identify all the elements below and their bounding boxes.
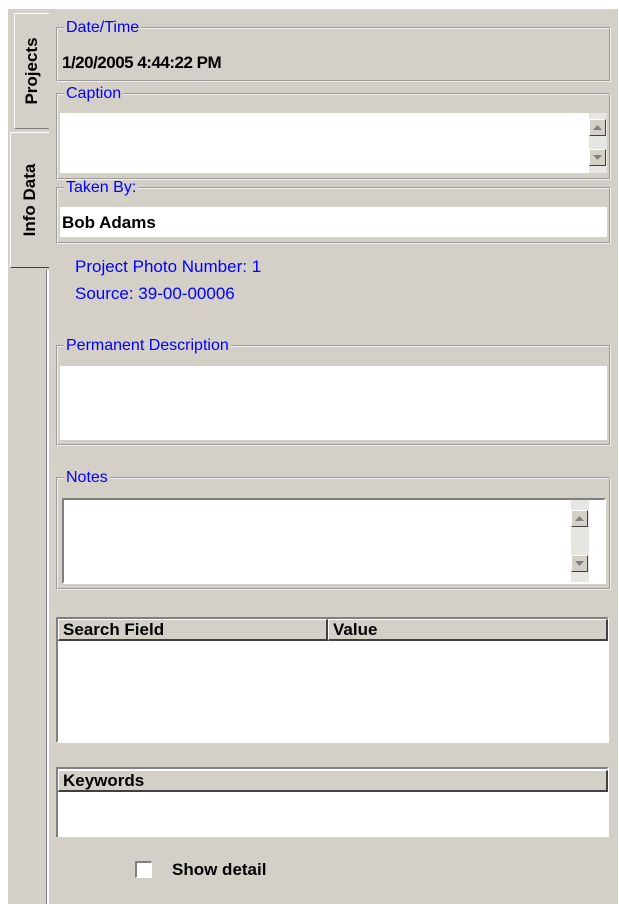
notes-legend: Notes: [66, 469, 108, 486]
notes-field[interactable]: [62, 498, 606, 584]
show-detail-label[interactable]: Show detail: [172, 860, 266, 880]
datetime-legend: Date/Time: [66, 19, 140, 36]
notes-scroll-up-button[interactable]: [571, 510, 588, 527]
show-detail-checkbox[interactable]: [135, 861, 152, 878]
caption-scroll-down-button[interactable]: [589, 149, 606, 166]
caption-legend: Caption: [66, 85, 122, 102]
tab-info-data-label: Info Data: [20, 163, 39, 237]
caption-field[interactable]: [60, 113, 607, 173]
column-header-keywords[interactable]: Keywords: [58, 770, 608, 792]
datetime-value: 1/20/2005 4:44:22 PM: [62, 53, 222, 72]
column-header-search-field[interactable]: Search Field: [58, 619, 328, 641]
source-text: Source: 39-00-00006: [75, 284, 235, 303]
tab-projects[interactable]: Projects: [14, 13, 49, 129]
arrow-up-icon: [593, 125, 602, 130]
arrow-down-icon: [575, 561, 584, 566]
taken-by-legend: Taken By:: [66, 179, 137, 196]
tab-info-data[interactable]: Info Data: [10, 132, 49, 268]
permanent-description-field[interactable]: [60, 366, 607, 440]
taken-by-field[interactable]: Bob Adams: [60, 207, 607, 237]
project-photo-number: Project Photo Number: 1: [75, 257, 262, 276]
tab-projects-label: Projects: [22, 37, 41, 105]
column-header-value[interactable]: Value: [328, 619, 608, 641]
caption-scroll-up-button[interactable]: [589, 119, 606, 136]
notes-scroll-down-button[interactable]: [571, 555, 588, 572]
arrow-up-icon: [575, 516, 584, 521]
arrow-down-icon: [593, 155, 602, 160]
permanent-description-legend: Permanent Description: [66, 337, 229, 354]
tab-divider: [46, 270, 49, 904]
taken-by-value: Bob Adams: [62, 213, 156, 232]
